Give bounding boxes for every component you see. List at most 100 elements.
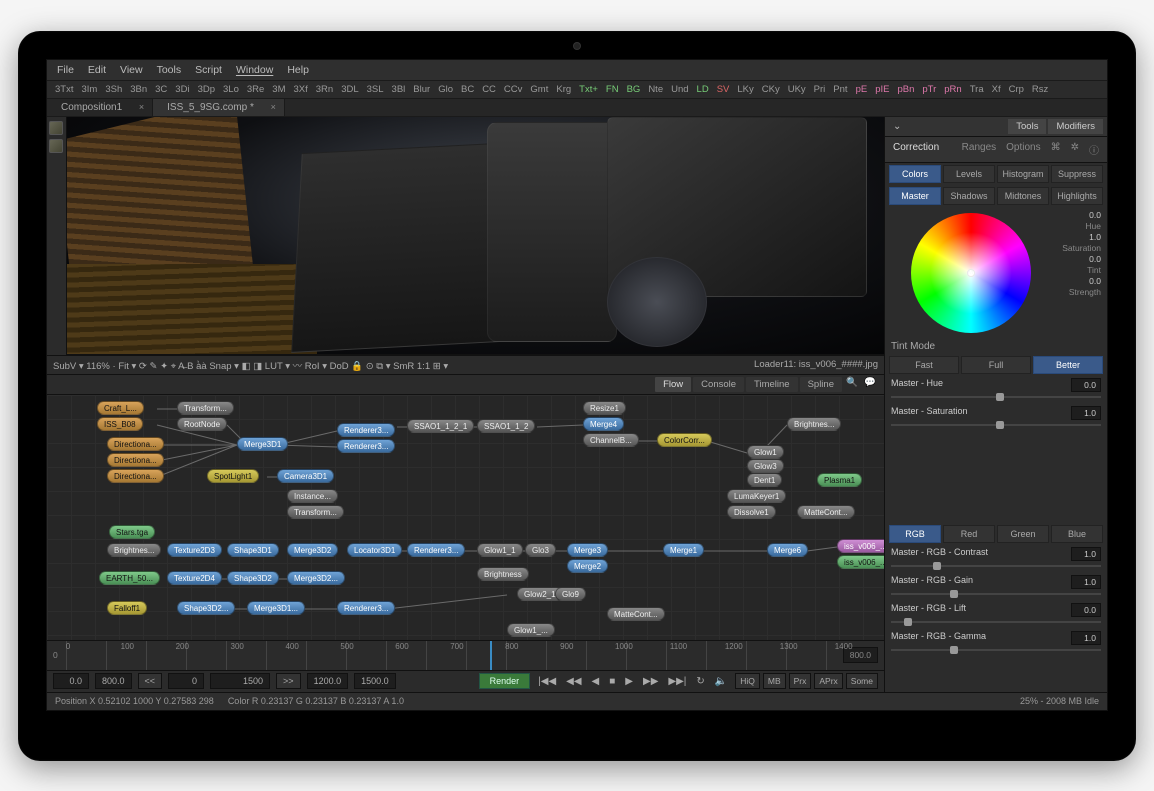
node[interactable]: Transform... xyxy=(177,401,234,415)
sub3-shadows[interactable]: Shadows xyxy=(943,187,995,205)
channel-tabs[interactable]: RGBRedGreenBlue xyxy=(885,523,1107,545)
menu-script[interactable]: Script xyxy=(195,64,222,76)
sub2-colors[interactable]: Colors xyxy=(889,165,941,183)
tool-LD[interactable]: LD xyxy=(697,84,709,95)
section-ranges[interactable]: Ranges xyxy=(958,139,1000,160)
node[interactable]: Glow1_1 xyxy=(477,543,523,557)
tool-FN[interactable]: FN xyxy=(606,84,619,95)
expand-toggle[interactable]: ⌄ xyxy=(889,119,1006,134)
node[interactable]: Glo3 xyxy=(525,543,556,557)
doc-tab[interactable]: Composition1× xyxy=(47,99,153,116)
tool-Glo[interactable]: Glo xyxy=(438,84,453,95)
node[interactable]: Transform... xyxy=(287,505,344,519)
node[interactable]: SSAO1_1_2_1 xyxy=(407,419,474,433)
tool-Txt+[interactable]: Txt+ xyxy=(579,84,598,95)
tool-BC[interactable]: BC xyxy=(461,84,474,95)
range-in[interactable]: 0.0 xyxy=(53,673,89,689)
node[interactable]: Brightnes... xyxy=(107,543,161,557)
node[interactable]: Instance... xyxy=(287,489,338,503)
render-button[interactable]: Render xyxy=(479,673,531,689)
node[interactable]: ColorCorr... xyxy=(657,433,712,447)
sub2-levels[interactable]: Levels xyxy=(943,165,995,183)
node[interactable]: Glo9 xyxy=(555,587,586,601)
node[interactable]: Merge1 xyxy=(663,543,704,557)
tool-3Lo[interactable]: 3Lo xyxy=(223,84,239,95)
param-master - rgb - gamma[interactable]: Master - RGB - Gamma1.0 xyxy=(891,631,1101,657)
sub3-midtones[interactable]: Midtones xyxy=(997,187,1049,205)
param-master - rgb - lift[interactable]: Master - RGB - Lift0.0 xyxy=(891,603,1101,629)
close-icon[interactable]: × xyxy=(271,102,276,112)
node[interactable]: Glow3 xyxy=(747,459,784,473)
step-back[interactable]: << xyxy=(138,673,163,689)
mode-prx[interactable]: Prx xyxy=(789,673,812,689)
node[interactable]: Directiona... xyxy=(107,437,164,451)
tool-Pnt[interactable]: Pnt xyxy=(833,84,847,95)
tool-3Re[interactable]: 3Re xyxy=(247,84,264,95)
mode-hiq[interactable]: HiQ xyxy=(735,673,760,689)
tool-3Dp[interactable]: 3Dp xyxy=(198,84,215,95)
step-fwd[interactable]: >> xyxy=(276,673,301,689)
close-icon[interactable]: × xyxy=(139,102,144,112)
tool-Xf[interactable]: Xf xyxy=(992,84,1001,95)
node[interactable]: Merge3D2 xyxy=(287,543,338,557)
chan-green[interactable]: Green xyxy=(997,525,1049,543)
node[interactable]: Brightnes... xyxy=(787,417,841,431)
viewer-controls[interactable]: SubV ▾ 116% · Fit ▾ ⟳ ✎ ✦ ⌖ A̶ B à̀à Sna… xyxy=(53,358,448,372)
node[interactable]: MatteCont... xyxy=(797,505,855,519)
node[interactable]: ISS_B08 xyxy=(97,417,143,431)
section-options[interactable]: Options xyxy=(1002,139,1044,160)
node[interactable]: Shape3D1 xyxy=(227,543,279,557)
tintmode-fast[interactable]: Fast xyxy=(889,356,959,374)
node[interactable]: iss_v006_... xyxy=(837,555,884,569)
node[interactable]: Brightness xyxy=(477,567,529,581)
param-master - rgb - contrast[interactable]: Master - RGB - Contrast1.0 xyxy=(891,547,1101,573)
document-tabs[interactable]: Composition1×ISS_5_9SG.comp *× xyxy=(47,99,1107,117)
node[interactable]: Directiona... xyxy=(107,453,164,467)
tool-3Di[interactable]: 3Di xyxy=(175,84,189,95)
chan-rgb[interactable]: RGB xyxy=(889,525,941,543)
tool-pTr[interactable]: pTr xyxy=(922,84,936,95)
tintmode-better[interactable]: Better xyxy=(1033,356,1103,374)
tool-3Xf[interactable]: 3Xf xyxy=(294,84,308,95)
tintmode-full[interactable]: Full xyxy=(961,356,1031,374)
menu-view[interactable]: View xyxy=(120,64,143,76)
tool-3Txt[interactable]: 3Txt xyxy=(55,84,73,95)
stop-icon[interactable]: ■ xyxy=(607,676,617,687)
tool-BG[interactable]: BG xyxy=(627,84,641,95)
mode-some[interactable]: Some xyxy=(846,673,878,689)
menu-file[interactable]: File xyxy=(57,64,74,76)
node[interactable]: Merge6 xyxy=(767,543,808,557)
mode-mb[interactable]: MB xyxy=(763,673,786,689)
master-sliders[interactable]: Master - Hue0.0Master - Saturation1.0 xyxy=(885,376,1107,523)
frame-a[interactable]: 1200.0 xyxy=(307,673,349,689)
range-out[interactable]: 800.0 xyxy=(95,673,132,689)
rewind-icon[interactable]: ◀◀ xyxy=(564,676,583,687)
step-next-icon[interactable]: ▶▶ xyxy=(641,676,660,687)
node[interactable]: Stars.tga xyxy=(109,525,155,539)
view-cube-icon[interactable] xyxy=(49,121,63,135)
node[interactable]: ChannelB... xyxy=(583,433,639,447)
timeline-ticks[interactable]: 0100200300400500600700800900100011001200… xyxy=(66,641,835,670)
menu-bar[interactable]: FileEditViewToolsScriptWindowHelp xyxy=(47,60,1107,81)
viewer-toolbar[interactable]: SubV ▾ 116% · Fit ▾ ⟳ ✎ ✦ ⌖ A̶ B à̀à Sna… xyxy=(47,355,884,375)
node[interactable]: Merge4 xyxy=(583,417,624,431)
node[interactable]: RootNode xyxy=(177,417,227,431)
tool-3Bl[interactable]: 3Bl xyxy=(392,84,406,95)
tool-SV[interactable]: SV xyxy=(717,84,730,95)
tool-3Bn[interactable]: 3Bn xyxy=(130,84,147,95)
color-wheel[interactable]: M xyxy=(911,213,1031,333)
node[interactable]: Camera3D1 xyxy=(277,469,334,483)
insp-tab-tools[interactable]: Tools xyxy=(1008,119,1046,134)
param-master - rgb - gain[interactable]: Master - RGB - Gain1.0 xyxy=(891,575,1101,601)
tool-pE[interactable]: pE xyxy=(856,84,868,95)
chan-red[interactable]: Red xyxy=(943,525,995,543)
script-icon[interactable]: ⌘ xyxy=(1047,139,1065,160)
flowtab-flow[interactable]: Flow xyxy=(655,377,691,392)
tool-Tra[interactable]: Tra xyxy=(970,84,984,95)
transport-bar[interactable]: 0.0 800.0 << 0 1500 >> 1200.0 1500.0 Ren… xyxy=(47,670,884,692)
node-graph[interactable]: Craft_L...Transform...ISS_B08RootNodeDir… xyxy=(47,395,884,640)
node[interactable]: Merge3D2... xyxy=(287,571,345,585)
flowtab-spline[interactable]: Spline xyxy=(800,377,842,392)
node[interactable]: Glow1 xyxy=(747,445,784,459)
node[interactable]: Falloff1 xyxy=(107,601,147,615)
